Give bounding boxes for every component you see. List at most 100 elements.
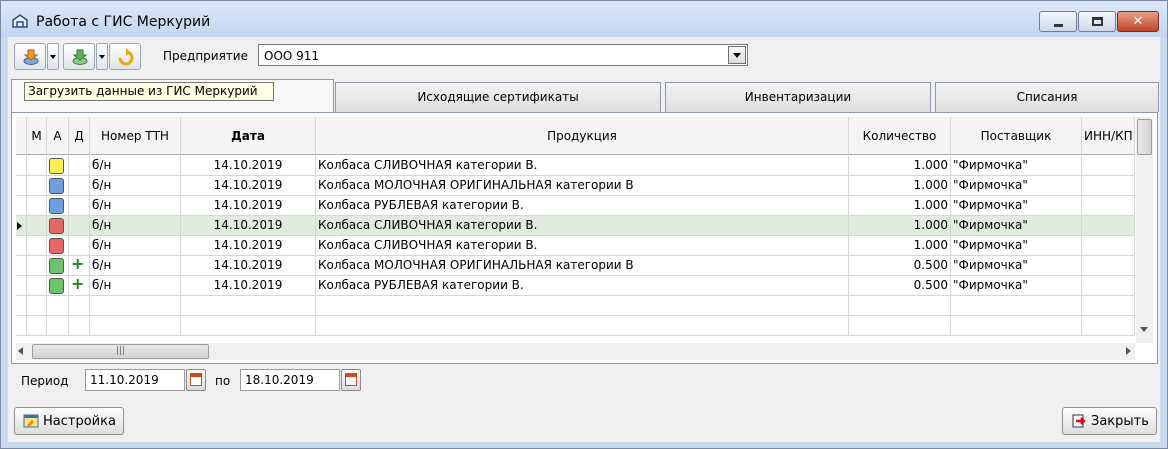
cell-d[interactable]: + — [69, 256, 90, 276]
header-inn[interactable]: ИНН/КП — [1082, 117, 1135, 155]
header-ttn[interactable]: Номер ТТН — [90, 117, 181, 155]
cell-d[interactable] — [69, 156, 90, 176]
cell-date[interactable]: 14.10.2019 — [181, 196, 316, 216]
header-m[interactable]: М — [27, 117, 47, 155]
cell-product[interactable]: Колбаса СЛИВОЧНАЯ категории В. — [316, 216, 849, 236]
cell-ttn[interactable]: б/н — [90, 216, 181, 236]
cell-date[interactable]: 14.10.2019 — [181, 156, 316, 176]
cell-inn[interactable] — [1082, 276, 1135, 296]
cell-product[interactable]: Колбаса МОЛОЧНАЯ ОРИГИНАЛЬНАЯ категории … — [316, 176, 849, 196]
cell-d[interactable] — [69, 236, 90, 256]
table-row[interactable]: б/н 14.10.2019 Колбаса МОЛОЧНАЯ ОРИГИНАЛЬН… — [16, 176, 1135, 196]
header-quantity[interactable]: Количество — [849, 117, 951, 155]
maximize-button[interactable] — [1078, 11, 1116, 32]
cell-m[interactable] — [27, 316, 47, 336]
cell-a[interactable] — [47, 196, 69, 216]
cell-product[interactable]: Колбаса СЛИВОЧНАЯ категории В. — [316, 236, 849, 256]
table-row[interactable]: б/н 14.10.2019 Колбаса РУБЛЕВАЯ категории … — [16, 196, 1135, 216]
cell-supplier[interactable]: "Фирмочка" — [951, 196, 1082, 216]
cell-inn[interactable] — [1082, 216, 1135, 236]
cell-quantity[interactable] — [849, 296, 951, 316]
cell-m[interactable] — [27, 216, 47, 236]
cell-inn[interactable] — [1082, 296, 1135, 316]
cell-d[interactable] — [69, 176, 90, 196]
tab-inventory[interactable]: Инвентаризации — [665, 82, 931, 112]
row-indicator[interactable] — [16, 176, 27, 196]
row-indicator[interactable] — [16, 216, 27, 236]
cell-supplier[interactable]: "Фирмочка" — [951, 216, 1082, 236]
cell-inn[interactable] — [1082, 156, 1135, 176]
cell-product[interactable]: Колбаса МОЛОЧНАЯ ОРИГИНАЛЬНАЯ категории … — [316, 256, 849, 276]
period-to-input[interactable]: 18.10.2019 — [240, 369, 340, 391]
cell-inn[interactable] — [1082, 256, 1135, 276]
row-indicator[interactable] — [16, 316, 27, 336]
row-indicator[interactable] — [16, 276, 27, 296]
row-indicator[interactable] — [16, 256, 27, 276]
cell-a[interactable] — [47, 256, 69, 276]
header-a[interactable]: А — [47, 117, 69, 155]
row-indicator[interactable] — [16, 236, 27, 256]
header-date[interactable]: Дата — [181, 117, 316, 155]
cell-product[interactable]: Колбаса СЛИВОЧНАЯ категории В. — [316, 156, 849, 176]
cell-inn[interactable] — [1082, 236, 1135, 256]
cell-quantity[interactable]: 0.500 — [849, 256, 951, 276]
cell-quantity[interactable]: 1.000 — [849, 196, 951, 216]
table-row[interactable]: б/н 14.10.2019 Колбаса СЛИВОЧНАЯ категории… — [16, 236, 1135, 256]
row-indicator[interactable] — [16, 196, 27, 216]
period-to-calendar-button[interactable] — [341, 369, 361, 391]
table-row[interactable]: + б/н 14.10.2019 Колбаса МОЛОЧНАЯ ОРИГИНАЛЬ… — [16, 256, 1135, 276]
cell-ttn[interactable] — [90, 296, 181, 316]
empty-row[interactable] — [16, 316, 1135, 336]
cell-supplier[interactable]: "Фирмочка" — [951, 236, 1082, 256]
cell-product[interactable]: Колбаса РУБЛЕВАЯ категории В. — [316, 196, 849, 216]
cell-m[interactable] — [27, 176, 47, 196]
cell-date[interactable]: 14.10.2019 — [181, 236, 316, 256]
cell-inn[interactable] — [1082, 316, 1135, 336]
cell-supplier[interactable]: "Фирмочка" — [951, 156, 1082, 176]
cell-supplier[interactable] — [951, 296, 1082, 316]
upload-button[interactable] — [63, 43, 95, 70]
cell-date[interactable]: 14.10.2019 — [181, 216, 316, 236]
cell-product[interactable] — [316, 296, 849, 316]
horizontal-scrollbar[interactable]: ||| — [16, 343, 1135, 360]
cell-quantity[interactable] — [849, 316, 951, 336]
cell-ttn[interactable]: б/н — [90, 196, 181, 216]
scroll-left-icon[interactable] — [18, 347, 23, 355]
scroll-down-icon[interactable] — [1140, 327, 1148, 332]
close-button[interactable]: Закрыть — [1062, 407, 1157, 435]
cell-supplier[interactable]: "Фирмочка" — [951, 176, 1082, 196]
cell-ttn[interactable]: б/н — [90, 256, 181, 276]
cell-d[interactable] — [69, 196, 90, 216]
vertical-scrollbar[interactable] — [1136, 117, 1153, 343]
row-indicator[interactable] — [16, 156, 27, 176]
close-window-button[interactable]: ✕ — [1117, 11, 1159, 32]
table-row[interactable]: + б/н 14.10.2019 Колбаса РУБЛЕВАЯ категории… — [16, 276, 1135, 296]
tab-outgoing-certificates[interactable]: Исходящие сертификаты — [335, 82, 661, 112]
settings-button[interactable]: Настройка — [14, 407, 124, 435]
header-d[interactable]: Д — [69, 117, 90, 155]
cell-m[interactable] — [27, 256, 47, 276]
cell-a[interactable] — [47, 316, 69, 336]
cell-inn[interactable] — [1082, 176, 1135, 196]
cell-quantity[interactable]: 0.500 — [849, 276, 951, 296]
cell-a[interactable] — [47, 236, 69, 256]
cell-m[interactable] — [27, 276, 47, 296]
cell-ttn[interactable]: б/н — [90, 176, 181, 196]
cell-a[interactable] — [47, 156, 69, 176]
table-row[interactable]: б/н 14.10.2019 Колбаса СЛИВОЧНАЯ категории… — [16, 216, 1135, 236]
cell-a[interactable] — [47, 176, 69, 196]
cell-a[interactable] — [47, 296, 69, 316]
tab-write-offs[interactable]: Списания — [935, 82, 1159, 112]
minimize-button[interactable] — [1039, 11, 1077, 32]
cell-d[interactable] — [69, 216, 90, 236]
cell-d[interactable] — [69, 296, 90, 316]
cell-quantity[interactable]: 1.000 — [849, 216, 951, 236]
cell-a[interactable] — [47, 216, 69, 236]
cell-d[interactable]: + — [69, 276, 90, 296]
cell-m[interactable] — [27, 196, 47, 216]
period-from-input[interactable]: 11.10.2019 — [85, 369, 185, 391]
cell-m[interactable] — [27, 236, 47, 256]
cell-quantity[interactable]: 1.000 — [849, 236, 951, 256]
cell-m[interactable] — [27, 156, 47, 176]
cell-ttn[interactable]: б/н — [90, 236, 181, 256]
